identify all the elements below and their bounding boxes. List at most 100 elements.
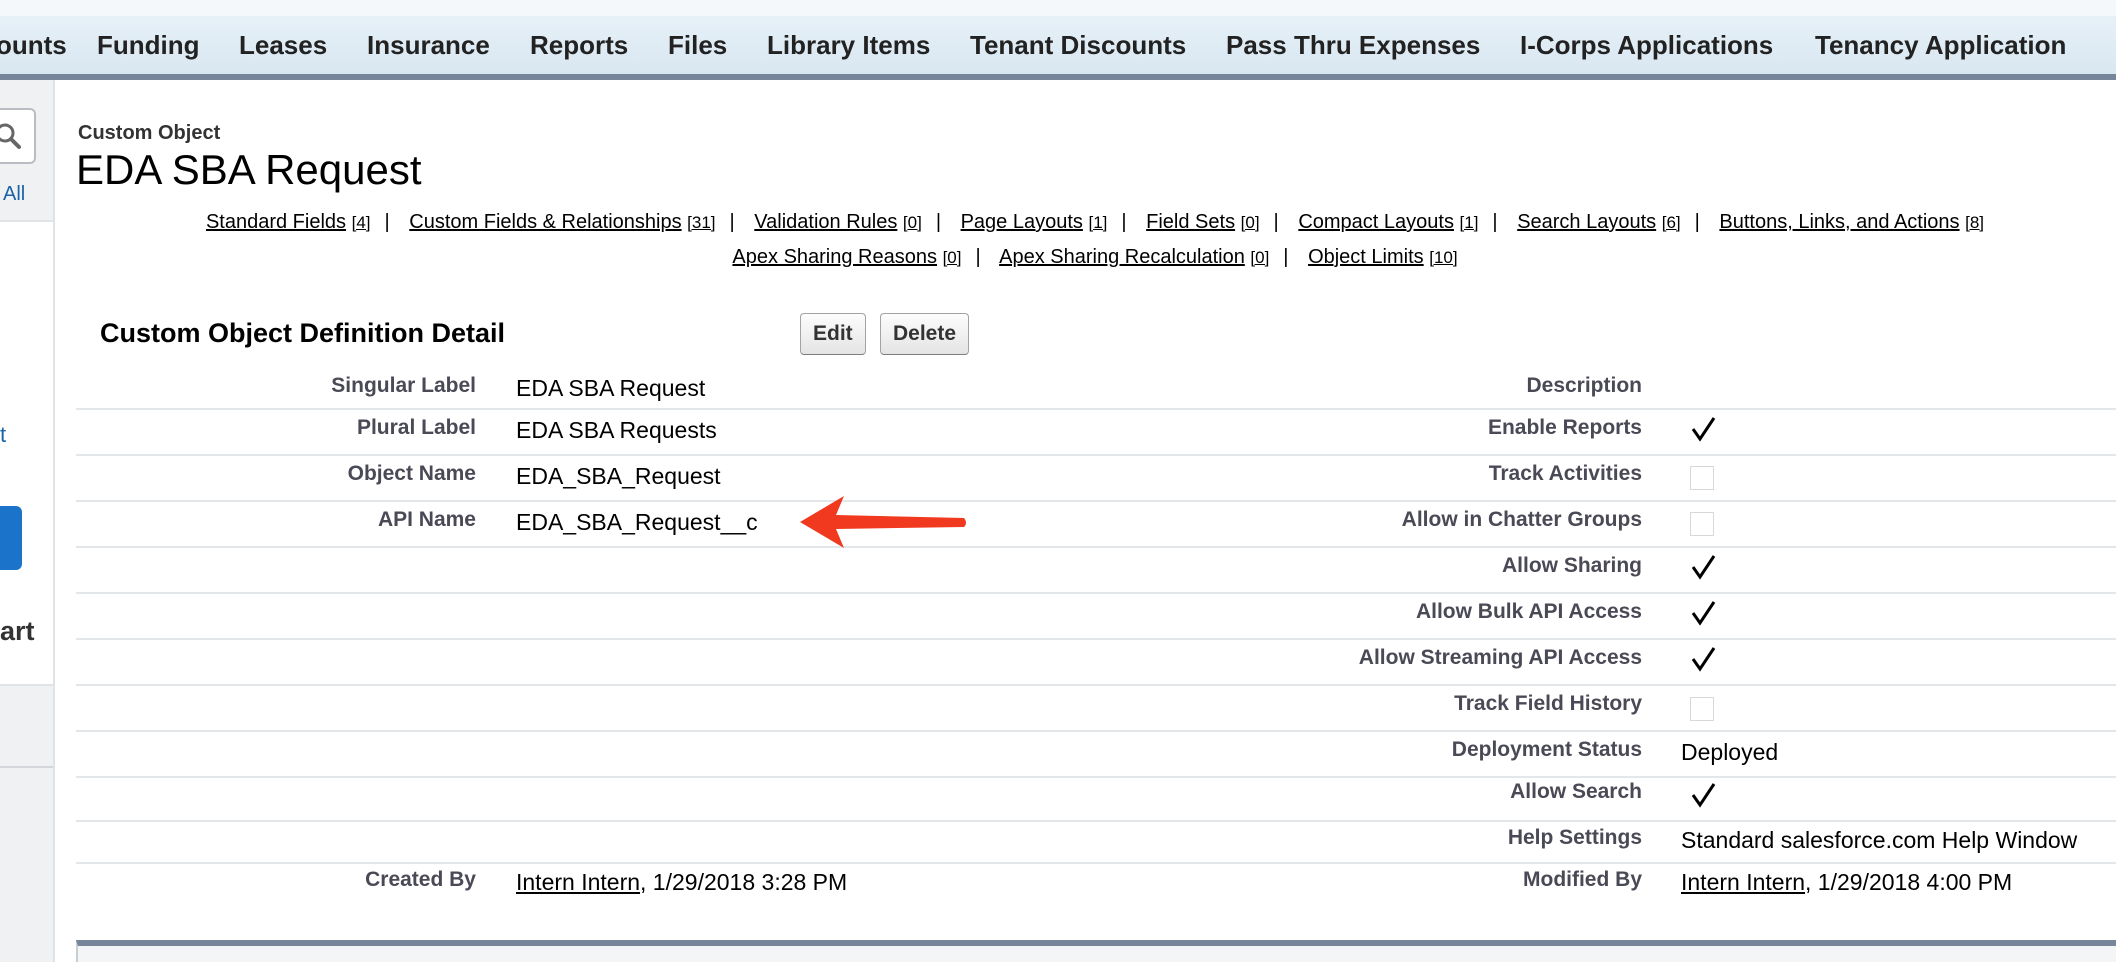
related-link-count: [6] bbox=[1661, 213, 1681, 232]
row-divider bbox=[76, 500, 2116, 502]
related-link-count: [4] bbox=[351, 213, 371, 232]
related-link-item[interactable]: Validation Rules [0] bbox=[754, 211, 922, 233]
checkmark-icon bbox=[1691, 601, 1716, 626]
modified-by-user-link[interactable]: Intern Intern bbox=[1681, 869, 1805, 895]
related-link-count: [0] bbox=[1240, 213, 1260, 232]
related-link-custom-fields[interactable]: Custom Fields & Relationships bbox=[409, 211, 681, 233]
unchecked-box-icon bbox=[1690, 697, 1714, 721]
standard-fields-panel-header bbox=[76, 940, 2116, 962]
field-label-allow-bulk-api: Allow Bulk API Access bbox=[1415, 600, 1642, 623]
checkmark-icon bbox=[1691, 783, 1716, 808]
related-link-object-limits[interactable]: Object Limits bbox=[1308, 246, 1424, 268]
tab-funding[interactable]: Funding bbox=[97, 30, 200, 61]
related-link-standard-fields[interactable]: Standard Fields bbox=[206, 211, 346, 233]
related-link-item[interactable]: Compact Layouts [1] bbox=[1298, 211, 1478, 233]
tab-insurance[interactable]: Insurance bbox=[367, 30, 490, 61]
modified-by-date: , 1/29/2018 4:00 PM bbox=[1805, 869, 2013, 895]
related-link-validation-rules[interactable]: Validation Rules bbox=[754, 211, 897, 233]
related-link-item[interactable]: Field Sets [0] bbox=[1146, 211, 1259, 233]
checkmark-icon bbox=[1691, 555, 1716, 580]
sidebar-heading-fragment: art bbox=[0, 616, 35, 646]
related-link-field-sets[interactable]: Field Sets bbox=[1146, 211, 1235, 233]
field-value-help-settings: Standard salesforce.com Help Window bbox=[1681, 827, 2078, 853]
field-value-object-name: EDA_SBA_Request bbox=[516, 463, 721, 489]
row-divider bbox=[76, 454, 2116, 456]
field-label-allow-search: Allow Search bbox=[1510, 780, 1642, 803]
related-link-item[interactable]: Object Limits [10] bbox=[1308, 246, 1458, 268]
field-label-description: Description bbox=[1526, 374, 1642, 397]
field-label-created-by: Created By bbox=[365, 868, 476, 891]
tab-files[interactable]: Files bbox=[668, 30, 727, 61]
field-label-allow-streaming-api: Allow Streaming API Access bbox=[1358, 646, 1642, 669]
related-link-compact-layouts[interactable]: Compact Layouts bbox=[1298, 211, 1454, 233]
related-link-count: [0] bbox=[902, 213, 922, 232]
related-link-count: [8] bbox=[1965, 213, 1985, 232]
tab-leases[interactable]: Leases bbox=[239, 30, 327, 61]
field-label-api-name: API Name bbox=[377, 508, 476, 531]
tab-reports[interactable]: Reports bbox=[530, 30, 628, 61]
tab-tenancy-application[interactable]: Tenancy Application bbox=[1815, 30, 2066, 61]
related-link-item[interactable]: Apex Sharing Recalculation [0] bbox=[999, 246, 1269, 268]
tab-pass-thru-expenses[interactable]: Pass Thru Expenses bbox=[1226, 30, 1480, 61]
created-by-date: , 1/29/2018 3:28 PM bbox=[640, 869, 848, 895]
row-divider bbox=[76, 546, 2116, 548]
related-link-apex-sharing-recalculation[interactable]: Apex Sharing Recalculation bbox=[999, 246, 1245, 268]
created-by-user-link[interactable]: Intern Intern bbox=[516, 869, 640, 895]
field-label-track-activities: Track Activities bbox=[1488, 462, 1642, 485]
unchecked-box-icon bbox=[1690, 512, 1714, 536]
annotation-arrow-icon bbox=[800, 496, 966, 548]
related-link-item[interactable]: Standard Fields [4] bbox=[206, 211, 371, 233]
row-divider bbox=[76, 820, 2116, 822]
related-link-count: [10] bbox=[1429, 248, 1458, 267]
sidebar-blue-button[interactable] bbox=[0, 506, 22, 570]
object-type-label: Custom Object bbox=[78, 122, 221, 144]
field-label-modified-by: Modified By bbox=[1523, 868, 1642, 891]
sidebar-link-fragment[interactable]: t bbox=[0, 422, 6, 448]
field-label-deployment-status: Deployment Status bbox=[1451, 738, 1642, 761]
related-link-item[interactable]: Buttons, Links, and Actions [8] bbox=[1719, 211, 1984, 233]
sidebar-search-button[interactable] bbox=[0, 108, 36, 164]
page-title: EDA SBA Request bbox=[76, 146, 422, 193]
field-label-singular-label: Singular Label bbox=[331, 374, 476, 397]
tab-library-items[interactable]: Library Items bbox=[767, 30, 930, 61]
delete-button[interactable]: Delete bbox=[880, 313, 970, 355]
left-sidebar: All t art bbox=[0, 80, 55, 962]
row-divider bbox=[76, 862, 2116, 864]
field-label-object-name: Object Name bbox=[347, 462, 476, 485]
unchecked-box-icon bbox=[1690, 466, 1714, 490]
tab-tenant-discounts[interactable]: Tenant Discounts bbox=[970, 30, 1186, 61]
checkmark-icon bbox=[1691, 417, 1716, 442]
row-divider bbox=[76, 730, 2116, 732]
tab-accounts[interactable]: ounts bbox=[0, 30, 67, 61]
related-link-item[interactable]: Search Layouts [6] bbox=[1517, 211, 1680, 233]
row-divider bbox=[76, 638, 2116, 640]
related-link-search-layouts[interactable]: Search Layouts bbox=[1517, 211, 1656, 233]
edit-button[interactable]: Edit bbox=[800, 313, 866, 355]
field-value-plural-label: EDA SBA Requests bbox=[516, 417, 717, 443]
sidebar-divider bbox=[0, 766, 53, 768]
field-label-plural-label: Plural Label bbox=[356, 416, 476, 439]
related-link-item[interactable]: Custom Fields & Relationships [31] bbox=[409, 211, 715, 233]
related-link-buttons-links-actions[interactable]: Buttons, Links, and Actions bbox=[1719, 211, 1959, 233]
field-label-track-field-history: Track Field History bbox=[1454, 692, 1642, 715]
row-divider bbox=[76, 684, 2116, 686]
search-icon bbox=[0, 123, 21, 149]
field-value-api-name: EDA_SBA_Request__c bbox=[516, 509, 758, 535]
field-label-allow-sharing: Allow Sharing bbox=[1501, 554, 1642, 577]
related-link-page-layouts[interactable]: Page Layouts bbox=[961, 211, 1083, 233]
field-label-enable-reports: Enable Reports bbox=[1487, 416, 1642, 439]
sidebar-all-link[interactable]: All bbox=[3, 183, 25, 206]
header-strip bbox=[0, 0, 2116, 16]
related-link-count: [1] bbox=[1088, 213, 1108, 232]
related-link-item[interactable]: Apex Sharing Reasons [0] bbox=[732, 246, 961, 268]
row-divider bbox=[76, 408, 2116, 410]
field-label-allow-chatter-groups: Allow in Chatter Groups bbox=[1401, 508, 1642, 531]
top-tab-bar: ounts Funding Leases Insurance Reports F… bbox=[0, 0, 2116, 80]
related-link-item[interactable]: Page Layouts [1] bbox=[961, 211, 1108, 233]
related-link-count: [0] bbox=[1250, 248, 1270, 267]
related-link-apex-sharing-reasons[interactable]: Apex Sharing Reasons bbox=[732, 246, 937, 268]
related-link-count: [1] bbox=[1459, 213, 1479, 232]
tab-i-corps-applications[interactable]: I-Corps Applications bbox=[1520, 30, 1773, 61]
row-divider bbox=[76, 776, 2116, 778]
section-title: Custom Object Definition Detail bbox=[100, 318, 506, 348]
